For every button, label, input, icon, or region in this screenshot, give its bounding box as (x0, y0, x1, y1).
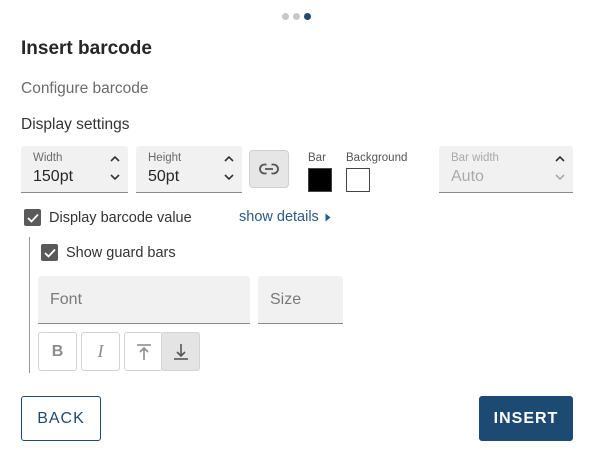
italic-icon: I (97, 341, 104, 361)
indent-divider (29, 237, 30, 373)
display-value-checkbox[interactable]: Display barcode value (24, 209, 192, 226)
insert-button[interactable]: INSERT (479, 396, 573, 441)
chevron-down-icon[interactable] (555, 173, 565, 181)
bold-button[interactable]: B (38, 332, 77, 371)
back-button[interactable]: BACK (21, 396, 101, 441)
height-value[interactable]: 50pt (148, 168, 179, 186)
italic-button[interactable]: I (81, 332, 120, 371)
guard-bars-checkbox[interactable]: Show guard bars (41, 244, 176, 261)
step-dot-2 (293, 13, 300, 20)
align-bottom-icon (173, 343, 188, 360)
bar-width-value: Auto (451, 168, 484, 185)
guard-bars-label: Show guard bars (66, 244, 176, 261)
dialog-subtitle: Configure barcode (21, 80, 149, 97)
bar-width-select[interactable]: Bar width Auto (439, 146, 573, 193)
background-color-swatch[interactable] (346, 168, 370, 192)
width-spinner[interactable]: Width 150pt (21, 146, 128, 193)
increment-icon[interactable] (110, 155, 120, 163)
step-dot-3 (304, 13, 311, 20)
width-label: Width (33, 152, 63, 164)
bar-width-label: Bar width (451, 152, 499, 164)
bar-color-label: Bar (308, 152, 326, 164)
size-input[interactable] (258, 276, 343, 323)
caret-right-icon (325, 213, 331, 221)
align-top-icon (136, 343, 151, 360)
show-details-link[interactable]: show details (239, 209, 331, 225)
width-value[interactable]: 150pt (33, 168, 73, 186)
align-top-button[interactable] (124, 332, 163, 371)
decrement-icon[interactable] (224, 173, 234, 181)
step-indicator (282, 13, 311, 20)
link-dimensions-button[interactable] (249, 150, 289, 188)
height-spinner[interactable]: Height 50pt (136, 146, 242, 193)
font-input[interactable] (38, 276, 250, 323)
dialog-title: Insert barcode (21, 38, 152, 59)
checkbox-icon[interactable] (41, 244, 58, 261)
bold-icon: B (51, 342, 64, 360)
step-dot-1 (282, 13, 289, 20)
display-value-label: Display barcode value (49, 209, 192, 226)
font-field[interactable] (38, 276, 250, 324)
size-field[interactable] (258, 276, 343, 324)
bar-color-swatch[interactable] (308, 168, 332, 192)
section-title: Display settings (21, 116, 130, 133)
background-color-label: Background (346, 152, 408, 164)
decrement-icon[interactable] (110, 173, 120, 181)
align-bottom-button[interactable] (161, 332, 200, 371)
height-label: Height (148, 152, 182, 164)
chevron-up-icon[interactable] (555, 155, 565, 163)
link-icon (259, 163, 279, 175)
increment-icon[interactable] (224, 155, 234, 163)
checkbox-icon[interactable] (24, 209, 41, 226)
show-details-label[interactable]: show details (239, 209, 319, 225)
